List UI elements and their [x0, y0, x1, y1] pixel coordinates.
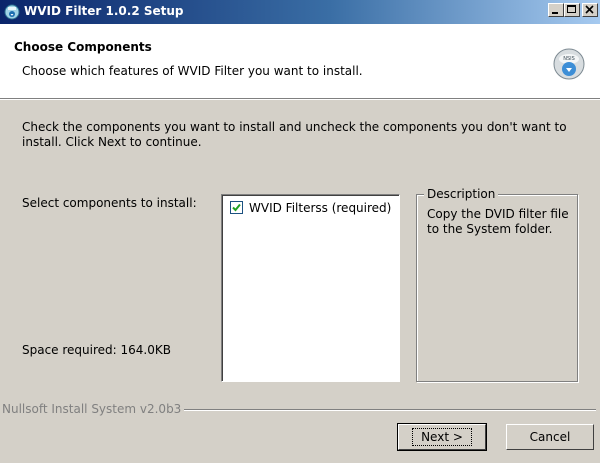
- component-label[interactable]: WVID Filterss (required): [249, 201, 391, 215]
- components-tree[interactable]: WVID Filterss (required): [221, 194, 400, 382]
- installer-app-icon: [4, 4, 20, 20]
- description-group: Description Copy the DVID filter file to…: [416, 187, 578, 382]
- next-button[interactable]: Next >: [397, 423, 487, 451]
- nsis-branding: Nullsoft Install System v2.0b3: [2, 402, 185, 416]
- component-checkbox[interactable]: [230, 201, 243, 214]
- cancel-button[interactable]: Cancel: [506, 424, 594, 450]
- minimize-icon: [552, 12, 558, 14]
- space-required-label: Space required: 164.0KB: [22, 343, 171, 357]
- title-bar[interactable]: WVID Filter 1.0.2 Setup: [0, 0, 600, 24]
- next-button-label: Next >: [412, 428, 472, 446]
- close-button[interactable]: [582, 3, 598, 17]
- maximize-button[interactable]: [564, 3, 580, 17]
- description-text: Copy the DVID filter file to the System …: [427, 207, 569, 236]
- instructions-text: Check the components you want to install…: [22, 120, 567, 149]
- window-title: WVID Filter 1.0.2 Setup: [24, 4, 184, 18]
- select-components-label: Select components to install:: [22, 196, 197, 210]
- maximize-icon: [567, 5, 576, 13]
- header-divider: [0, 98, 600, 100]
- page-subtitle: Choose which features of WVID Filter you…: [22, 64, 363, 78]
- cancel-button-label: Cancel: [529, 430, 571, 444]
- page-title: Choose Components: [14, 40, 152, 54]
- close-icon: [585, 5, 594, 14]
- setup-window: WVID Filter 1.0.2 Setup Choose Component…: [0, 0, 600, 463]
- header-panel: Choose Components Choose which features …: [0, 24, 600, 98]
- minimize-button[interactable]: [548, 3, 564, 17]
- description-legend: Description: [424, 187, 499, 201]
- installer-disc-icon: NSIS: [553, 48, 585, 80]
- checkmark-icon: [232, 203, 241, 212]
- svg-text:NSIS: NSIS: [563, 56, 575, 62]
